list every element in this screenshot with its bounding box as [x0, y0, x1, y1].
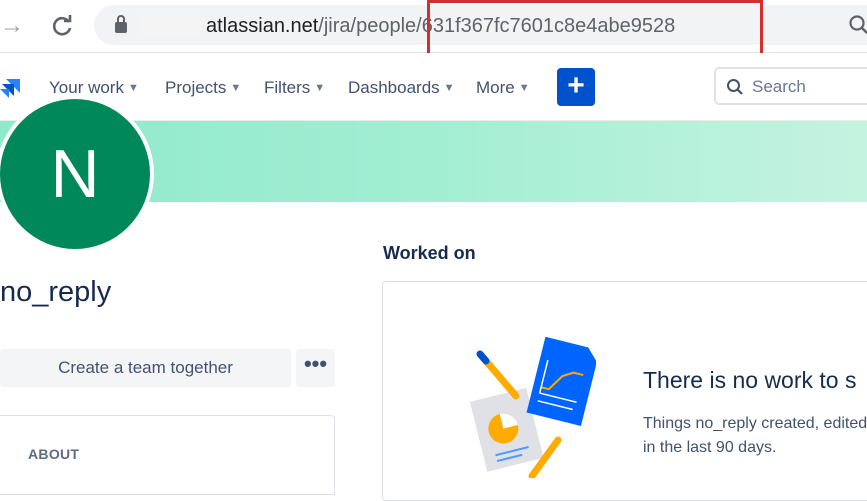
jira-logo-icon[interactable]	[0, 77, 22, 99]
search-placeholder: Search	[752, 77, 806, 96]
create-team-button[interactable]: Create a team together	[0, 349, 291, 387]
lock-icon[interactable]	[114, 14, 128, 34]
chevron-down-icon: ▼	[230, 82, 242, 94]
chevron-down-icon: ▼	[314, 82, 326, 94]
empty-state-title: There is no work to s	[643, 367, 857, 393]
nav-dashboards[interactable]: Dashboards ▼	[348, 76, 455, 100]
chevron-down-icon: ▼	[443, 82, 455, 94]
more-actions-button[interactable]: •••	[296, 349, 335, 387]
nav-dashboards-label: Dashboards	[348, 78, 440, 97]
nav-more[interactable]: More ▼	[476, 76, 530, 100]
empty-state-description: Things no_reply created, edited in the la…	[643, 412, 867, 460]
forward-arrow-icon[interactable]: →	[0, 11, 26, 41]
search-icon	[727, 79, 743, 95]
empty-state-line-1: Things no_reply created, edited	[643, 415, 867, 432]
about-heading: ABOUT	[28, 446, 80, 462]
nav-your-work-label: Your work	[49, 78, 124, 97]
nav-filters[interactable]: Filters ▼	[264, 76, 325, 100]
annotation-highlight-box	[427, 0, 763, 57]
zoom-icon[interactable]	[848, 12, 867, 36]
chevron-down-icon: ▼	[127, 82, 139, 94]
reload-icon[interactable]	[48, 11, 76, 41]
nav-projects-label: Projects	[165, 78, 227, 97]
worked-on-heading: Worked on	[383, 243, 476, 263]
nav-projects[interactable]: Projects ▼	[165, 76, 241, 100]
chevron-down-icon: ▼	[518, 82, 530, 94]
nav-filters-label: Filters	[264, 78, 311, 97]
redacted-subdomain	[138, 14, 202, 36]
nav-more-label: More	[476, 78, 515, 97]
empty-state-line-2: in the last 90 days.	[643, 439, 777, 456]
profile-name: no_reply	[0, 276, 112, 308]
url-host: atlassian.net	[206, 15, 319, 37]
empty-state-illustration-icon	[469, 336, 596, 478]
avatar: N	[0, 95, 154, 253]
create-button[interactable]: +	[557, 68, 595, 106]
